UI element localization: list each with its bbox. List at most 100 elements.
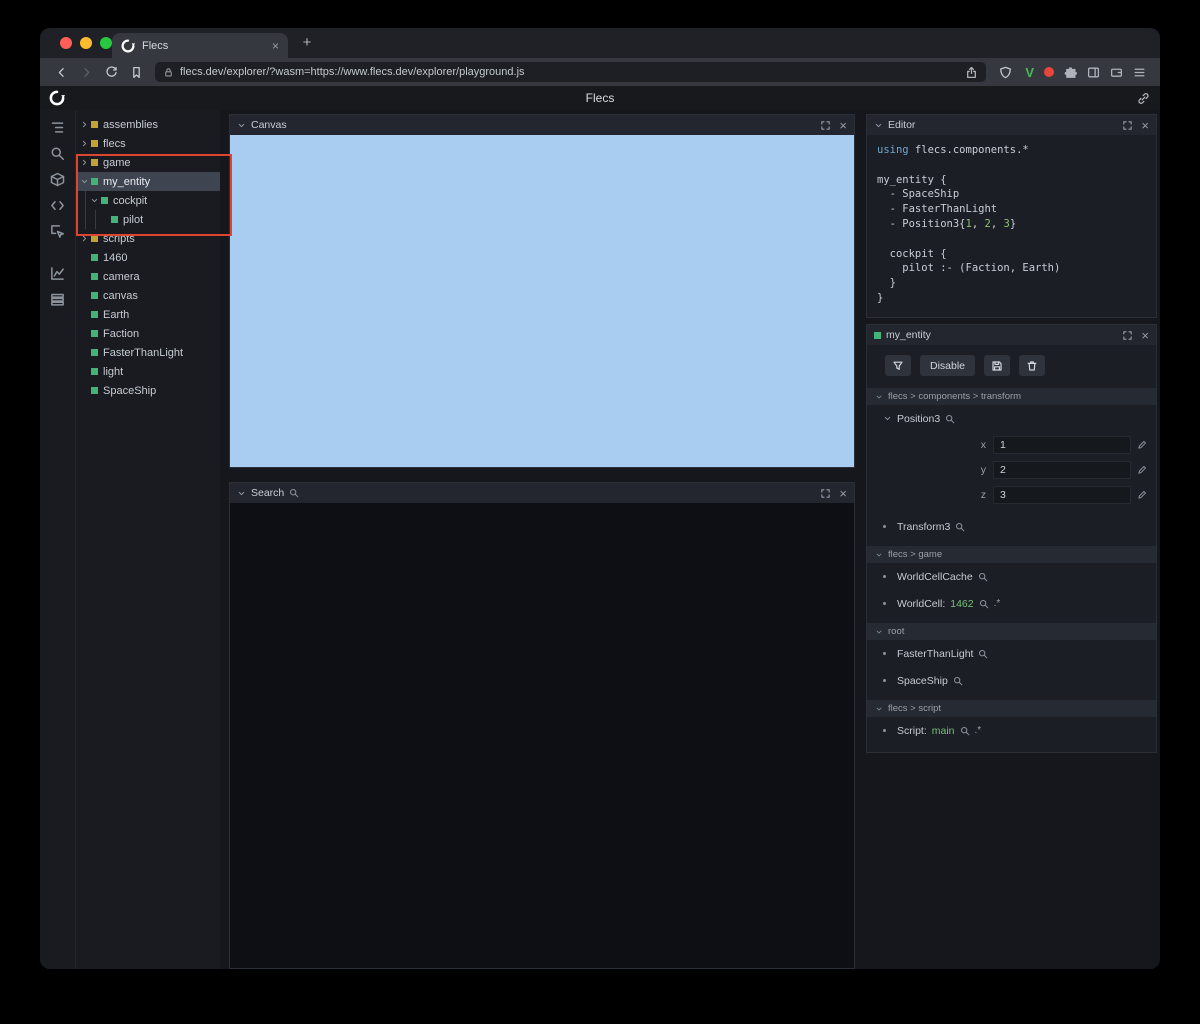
delete-button[interactable] [1019, 355, 1046, 376]
fullscreen-icon[interactable] [1122, 330, 1133, 341]
tab-close-icon[interactable]: × [272, 40, 279, 52]
search-panel-title: Search [251, 487, 285, 499]
section-path: flecs > game [888, 549, 943, 560]
chevron-down-icon[interactable] [80, 177, 90, 186]
puzzle-extensions-icon[interactable] [1064, 66, 1077, 79]
inspect-icon[interactable] [50, 224, 65, 239]
pencil-icon[interactable] [1137, 490, 1147, 500]
filter-button[interactable] [885, 355, 911, 376]
reload-button[interactable] [100, 61, 122, 83]
browser-tab-strip: Flecs × + [40, 28, 1160, 58]
chevron-right-icon[interactable] [80, 120, 90, 129]
tree-item-canvas[interactable]: canvas [76, 286, 220, 305]
fullscreen-icon[interactable] [1122, 120, 1133, 131]
inspector-row-WorldCellCache[interactable]: WorldCellCache [867, 563, 1156, 590]
fullscreen-icon[interactable] [820, 488, 831, 499]
tree-item-scripts[interactable]: scripts [76, 229, 220, 248]
chevron-down-icon[interactable] [883, 414, 892, 423]
section-header[interactable]: flecs > components > transform [867, 388, 1156, 405]
tree-item-camera[interactable]: camera [76, 267, 220, 286]
share-icon[interactable] [965, 66, 978, 79]
chevron-right-icon[interactable] [80, 158, 90, 167]
search-results-area[interactable] [230, 503, 854, 968]
tree-item-light[interactable]: light [76, 362, 220, 381]
entities-icon[interactable] [50, 172, 65, 187]
inspector-row-WorldCell[interactable]: WorldCell: 1462 .* [867, 590, 1156, 617]
close-icon[interactable]: × [839, 487, 847, 500]
chevron-right-icon[interactable] [80, 234, 90, 243]
inspector-row-Script[interactable]: Script: main .* [867, 717, 1156, 744]
flecs-favicon [121, 39, 135, 53]
pencil-icon[interactable] [1137, 440, 1147, 450]
pencil-icon[interactable] [1137, 465, 1147, 475]
table-icon[interactable] [50, 292, 65, 307]
search-icon[interactable] [955, 522, 965, 532]
close-icon[interactable]: × [1141, 119, 1149, 132]
position3-y-input[interactable] [993, 460, 1131, 479]
tree-item-FasterThanLight[interactable]: FasterThanLight [76, 343, 220, 362]
browser-tab[interactable]: Flecs × [112, 33, 288, 58]
section-header[interactable]: flecs > game [867, 546, 1156, 563]
code-editor[interactable]: using flecs.components.* my_entity { - S… [867, 135, 1156, 317]
tree-item-Faction[interactable]: Faction [76, 324, 220, 343]
search-icon[interactable] [945, 414, 955, 424]
code-icon[interactable] [50, 198, 65, 213]
search-icon[interactable] [953, 676, 963, 686]
search-icon[interactable] [50, 146, 65, 161]
wallet-icon[interactable] [1110, 66, 1123, 79]
forward-button[interactable] [75, 61, 97, 83]
tree-item-flecs[interactable]: flecs [76, 134, 220, 153]
zoom-window-button[interactable] [100, 37, 112, 49]
code-line: - SpaceShip [877, 188, 960, 201]
section-header[interactable]: flecs > script [867, 700, 1156, 717]
chevron-down-icon[interactable] [90, 196, 100, 205]
back-button[interactable] [50, 61, 72, 83]
tree-item-game[interactable]: game [76, 153, 220, 172]
save-button[interactable] [984, 355, 1011, 376]
url-bar[interactable]: flecs.dev/explorer/?wasm=https://www.fle… [155, 62, 987, 82]
bullet-icon [883, 525, 886, 528]
inspector-row-FasterThanLight[interactable]: FasterThanLight [867, 640, 1156, 667]
tree-item-assemblies[interactable]: assemblies [76, 115, 220, 134]
sidebar-toggle-icon[interactable] [1087, 66, 1100, 79]
inspector-row-SpaceShip[interactable]: SpaceShip [867, 667, 1156, 694]
v-extension-icon[interactable]: V [1025, 65, 1034, 80]
collapse-icon[interactable] [874, 121, 883, 130]
search-icon[interactable] [978, 649, 988, 659]
section-header[interactable]: root [867, 623, 1156, 640]
new-tab-button[interactable]: + [298, 35, 316, 51]
position3-x-input[interactable] [993, 435, 1131, 454]
minimize-window-button[interactable] [80, 37, 92, 49]
bookmark-icon[interactable] [125, 61, 147, 83]
link-icon[interactable] [1137, 92, 1150, 105]
stats-icon[interactable] [50, 266, 65, 281]
menu-icon[interactable] [1133, 66, 1146, 79]
search-icon[interactable] [979, 599, 989, 609]
record-extension-icon[interactable] [1044, 67, 1054, 77]
code-line: using flecs.components.* [877, 144, 1029, 156]
inspector-row-Transform3[interactable]: Transform3 [867, 513, 1156, 540]
shield-icon[interactable] [994, 61, 1016, 83]
search-icon[interactable] [960, 726, 970, 736]
position3-z-input[interactable] [993, 485, 1131, 504]
fullscreen-icon[interactable] [820, 120, 831, 131]
close-icon[interactable]: × [839, 119, 847, 132]
tree-item-my_entity[interactable]: my_entity [76, 172, 220, 191]
search-icon[interactable] [978, 572, 988, 582]
browser-navbar: flecs.dev/explorer/?wasm=https://www.fle… [40, 58, 1160, 86]
close-icon[interactable]: × [1141, 329, 1149, 342]
tree-item-SpaceShip[interactable]: SpaceShip [76, 381, 220, 400]
outline-icon[interactable] [50, 120, 65, 135]
inspector-row-Position3[interactable]: Position3 [867, 405, 1156, 432]
collapse-icon[interactable] [237, 121, 246, 130]
tree-item-cockpit[interactable]: cockpit [76, 191, 220, 210]
tree-item-pilot[interactable]: pilot [76, 210, 220, 229]
render-canvas[interactable] [230, 135, 854, 467]
chevron-right-icon[interactable] [80, 139, 90, 148]
tree-item-Earth[interactable]: Earth [76, 305, 220, 324]
tree-item-1460[interactable]: 1460 [76, 248, 220, 267]
collapse-icon[interactable] [237, 489, 246, 498]
close-window-button[interactable] [60, 37, 72, 49]
disable-button[interactable]: Disable [920, 355, 976, 376]
